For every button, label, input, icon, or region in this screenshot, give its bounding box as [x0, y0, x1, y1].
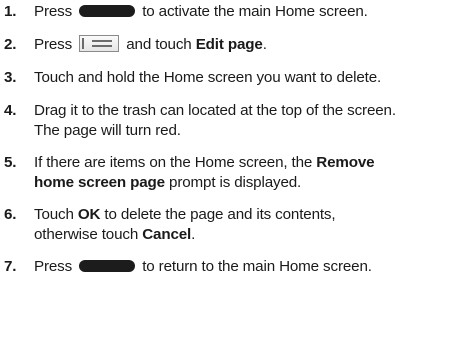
- step-bold-text: OK: [77, 206, 101, 223]
- step-number: 7.: [4, 258, 17, 275]
- step-4: 4. Drag it to the trash can located at t…: [4, 101, 470, 141]
- home-key-icon: [79, 5, 136, 17]
- instruction-steps: 1. Press to activate the main Home scree…: [4, 2, 470, 290]
- step-7: 7. Press to return to the main Home scre…: [4, 257, 470, 277]
- step-text: The page will turn red.: [34, 122, 181, 139]
- step-5: 5. If there are items on the Home screen…: [4, 153, 470, 193]
- home-key-icon: [79, 260, 136, 272]
- step-6: 6. Touch OK to delete the page and its c…: [4, 205, 470, 245]
- step-text: Press: [34, 258, 73, 275]
- menu-key-icon: [79, 35, 120, 52]
- step-text: to activate the main Home screen.: [142, 3, 368, 20]
- step-text: prompt is displayed.: [169, 174, 302, 191]
- step-bold-text: Remove: [316, 154, 375, 171]
- step-2: 2. Press and touch Edit page.: [4, 35, 470, 55]
- step-1: 1. Press to activate the main Home scree…: [4, 2, 470, 22]
- step-text: to delete the page and its contents,: [104, 206, 336, 223]
- step-bold-text: Edit page: [195, 36, 263, 53]
- step-number: 2.: [4, 36, 17, 53]
- step-number: 4.: [4, 102, 17, 119]
- step-text: Drag it to the trash can located at the …: [34, 102, 396, 119]
- step-bold-text: Cancel: [142, 226, 192, 243]
- step-number: 1.: [4, 3, 17, 20]
- step-text: If there are items on the Home screen, t…: [34, 154, 313, 171]
- step-text: Touch and hold the Home screen you want …: [34, 69, 382, 86]
- step-text: Press: [34, 36, 73, 53]
- step-text: Touch: [34, 206, 74, 223]
- step-text: and touch: [126, 36, 192, 53]
- step-text: otherwise touch: [34, 226, 139, 243]
- step-bold-text: home screen page: [34, 174, 165, 191]
- step-number: 3.: [4, 69, 17, 86]
- step-3: 3. Touch and hold the Home screen you wa…: [4, 68, 470, 88]
- step-text: .: [191, 226, 196, 243]
- step-text: to return to the main Home screen.: [142, 258, 372, 275]
- step-number: 5.: [4, 154, 17, 171]
- step-text: Press: [34, 3, 73, 20]
- step-number: 6.: [4, 206, 17, 223]
- step-text: .: [262, 36, 267, 53]
